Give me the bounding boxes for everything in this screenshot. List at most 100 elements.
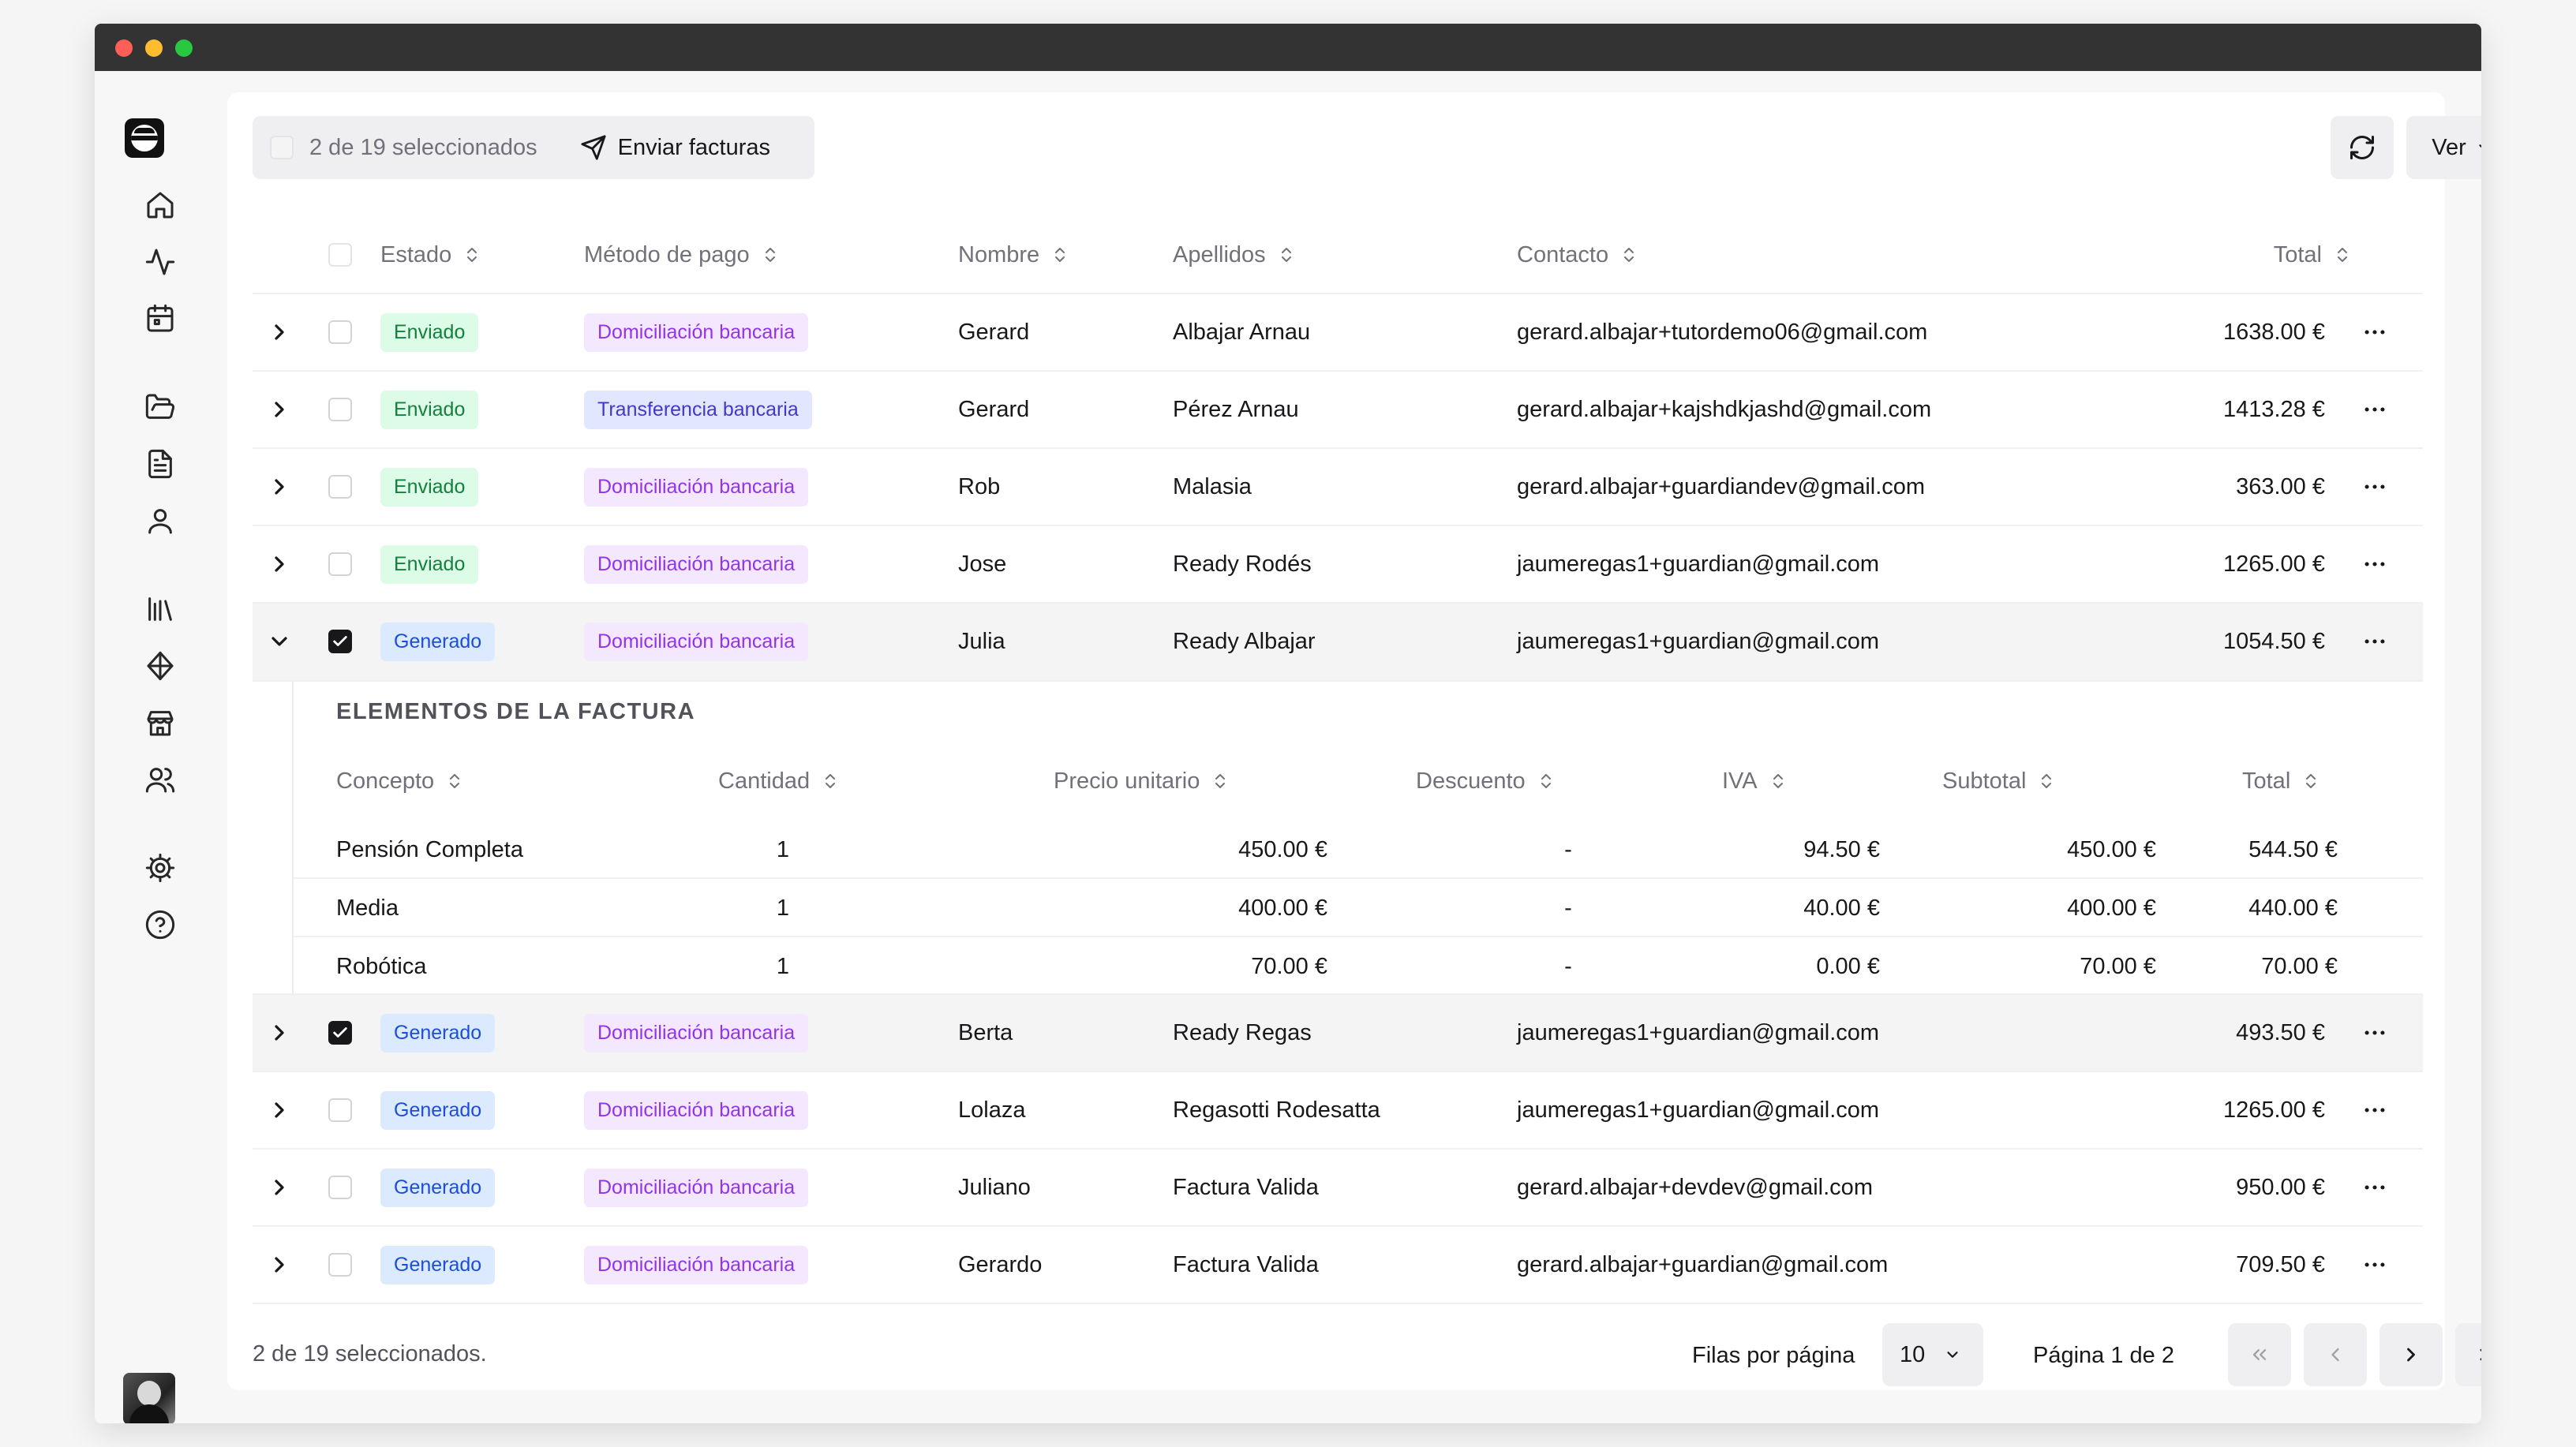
expand-row-button[interactable] (267, 526, 292, 602)
row-actions-button[interactable] (2361, 294, 2388, 370)
refresh-icon (2350, 136, 2374, 159)
file-text-icon[interactable] (144, 448, 176, 480)
sort-icon (1773, 774, 1783, 788)
sub-header-vat[interactable]: IVA (1722, 757, 1788, 805)
minimize-window-button[interactable] (145, 39, 163, 57)
sub-header-concept[interactable]: Concepto (336, 757, 464, 805)
surname-cell: Malasia (1173, 473, 1252, 499)
next-page-button[interactable] (2379, 1323, 2443, 1386)
settings-icon[interactable] (144, 852, 176, 884)
user-icon[interactable] (144, 505, 176, 537)
expand-row-button[interactable] (267, 372, 292, 447)
row-actions-button[interactable] (2361, 995, 2388, 1071)
header-total[interactable]: Total (2147, 217, 2352, 293)
row-checkbox[interactable] (328, 320, 352, 344)
row-actions-button[interactable] (2361, 604, 2388, 679)
chevron-right-icon (275, 556, 284, 572)
row-checkbox[interactable] (328, 1176, 352, 1199)
sub-header-quantity[interactable]: Cantidad (718, 757, 840, 805)
table-row[interactable]: Generado Domiciliación bancaria Juliano … (253, 1150, 2423, 1227)
item-total-cell: 70.00 € (2261, 953, 2338, 979)
last-page-button[interactable] (2455, 1323, 2481, 1386)
maximize-window-button[interactable] (175, 39, 193, 57)
home-icon[interactable] (144, 189, 176, 221)
surname-cell: Ready Regas (1173, 1019, 1312, 1045)
app-logo[interactable] (125, 118, 164, 158)
calendar-icon[interactable] (144, 303, 176, 335)
users-icon[interactable] (144, 764, 176, 795)
sort-icon (826, 774, 836, 788)
user-avatar[interactable] (123, 1373, 175, 1423)
row-actions-button[interactable] (2361, 526, 2388, 602)
contact-cell: jaumeregas1+guardian@gmail.com (1517, 1097, 1880, 1123)
sort-icon (450, 774, 460, 788)
sub-header-total[interactable]: Total (2242, 757, 2320, 805)
refresh-button[interactable] (2331, 116, 2394, 179)
row-checkbox-checked[interactable] (328, 1021, 352, 1045)
table-row[interactable]: Enviado Domiciliación bancaria Jose Read… (253, 526, 2423, 604)
store-icon[interactable] (144, 707, 176, 738)
view-options-button[interactable]: Ver (2406, 116, 2481, 179)
header-contact[interactable]: Contacto (1517, 217, 1638, 293)
invoice-items-title: ELEMENTOS DE LA FACTURA (336, 699, 696, 724)
payment-method-badge: Domiciliación bancaria (584, 312, 809, 352)
table-row[interactable]: Enviado Domiciliación bancaria Rob Malas… (253, 449, 2423, 526)
header-select-all[interactable] (328, 217, 352, 293)
chevron-down-icon (271, 637, 287, 646)
sort-icon (765, 248, 775, 262)
send-invoices-button[interactable]: Enviar facturas (580, 134, 770, 161)
row-actions-button[interactable] (2361, 1227, 2388, 1303)
name-cell: Berta (958, 1019, 1013, 1045)
total-cell: 1638.00 € (2222, 319, 2325, 345)
table-row[interactable]: Enviado Domiciliación bancaria Gerard Al… (253, 294, 2423, 372)
chevron-right-icon (2407, 1348, 2415, 1362)
expand-row-button[interactable] (267, 449, 292, 525)
status-badge: Enviado (380, 312, 479, 352)
expand-row-button[interactable] (267, 1227, 292, 1303)
payment-method-badge: Domiciliación bancaria (584, 1013, 809, 1053)
help-circle-icon[interactable] (144, 909, 176, 940)
row-actions-button[interactable] (2361, 1150, 2388, 1225)
expand-row-button[interactable] (267, 995, 292, 1071)
unit-price-cell: 400.00 € (1238, 895, 1327, 921)
payment-method-badge: Domiciliación bancaria (584, 1090, 809, 1130)
table-row[interactable]: Generado Domiciliación bancaria Lolaza R… (253, 1072, 2423, 1150)
previous-page-button[interactable] (2304, 1323, 2367, 1386)
row-checkbox[interactable] (328, 475, 352, 499)
row-checkbox-checked[interactable] (328, 630, 352, 653)
row-actions-button[interactable] (2361, 1072, 2388, 1148)
library-icon[interactable] (144, 593, 176, 625)
chevron-right-icon (275, 1102, 284, 1118)
sub-header-unit-price[interactable]: Precio unitario (1054, 757, 1230, 805)
activity-icon[interactable] (144, 246, 176, 278)
header-name[interactable]: Nombre (958, 217, 1069, 293)
row-checkbox[interactable] (328, 1098, 352, 1122)
header-payment-method[interactable]: Método de pago (584, 217, 780, 293)
send-invoices-label: Enviar facturas (617, 134, 771, 160)
table-row[interactable]: Generado Domiciliación bancaria Gerardo … (253, 1227, 2423, 1304)
row-actions-button[interactable] (2361, 449, 2388, 525)
expand-row-button[interactable] (267, 1072, 292, 1148)
total-cell: 1054.50 € (2222, 628, 2325, 654)
row-checkbox[interactable] (328, 1253, 352, 1277)
sub-header-subtotal[interactable]: Subtotal (1942, 757, 2056, 805)
select-all-toolbar-checkbox[interactable] (270, 136, 294, 159)
row-checkbox[interactable] (328, 398, 352, 421)
collapse-row-button[interactable] (267, 604, 292, 679)
expand-row-button[interactable] (267, 1150, 292, 1225)
table-row-expanded[interactable]: Generado Domiciliación bancaria Julia Re… (253, 604, 2423, 682)
table-row[interactable]: Enviado Transferencia bancaria Gerard Pé… (253, 372, 2423, 449)
close-window-button[interactable] (115, 39, 133, 57)
rows-per-page-select[interactable]: 10 (1882, 1323, 1983, 1386)
layers-icon[interactable] (144, 650, 176, 682)
item-total-cell: 544.50 € (2248, 836, 2338, 862)
row-checkbox[interactable] (328, 552, 352, 576)
folder-open-icon[interactable] (144, 391, 176, 423)
header-surname[interactable]: Apellidos (1173, 217, 1296, 293)
first-page-button[interactable] (2228, 1323, 2291, 1386)
sub-header-discount[interactable]: Descuento (1416, 757, 1556, 805)
row-actions-button[interactable] (2361, 372, 2388, 447)
table-row[interactable]: Generado Domiciliación bancaria Berta Re… (253, 995, 2423, 1072)
expand-row-button[interactable] (267, 294, 292, 370)
header-status[interactable]: Estado (380, 217, 481, 293)
